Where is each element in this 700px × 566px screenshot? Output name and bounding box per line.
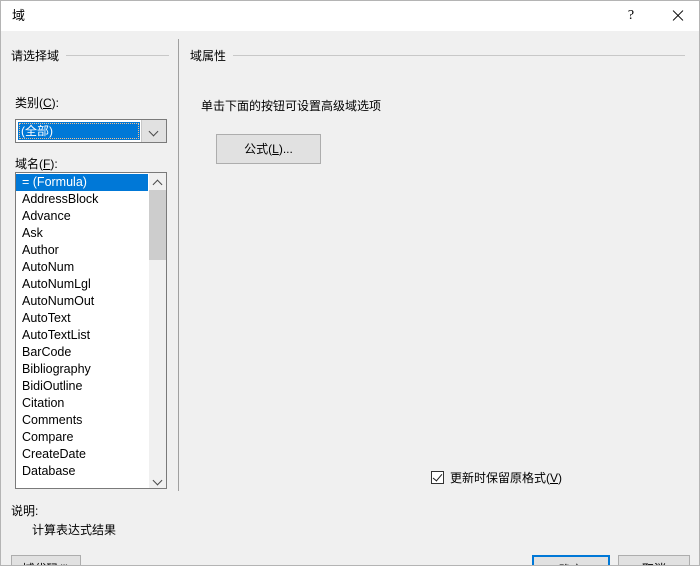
panel-divider: [178, 39, 179, 491]
ok-button[interactable]: 确定: [532, 555, 610, 565]
chevron-down-icon: [154, 476, 162, 484]
list-item[interactable]: AutoText: [16, 310, 148, 327]
list-item[interactable]: Ask: [16, 225, 148, 242]
section-header-field-properties: 域属性: [190, 47, 685, 63]
category-label-text: 类别(C):: [15, 96, 60, 110]
help-button[interactable]: ?: [608, 1, 654, 30]
section-rule-left: [66, 54, 169, 56]
preserve-format-checkbox[interactable]: [431, 471, 444, 484]
list-item[interactable]: AutoNumOut: [16, 293, 148, 310]
list-item[interactable]: Citation: [16, 395, 148, 412]
list-item[interactable]: AutoTextList: [16, 327, 148, 344]
field-names-listbox[interactable]: = (Formula) AddressBlock Advance Ask Author A…: [15, 172, 167, 489]
field-list-scrollbar[interactable]: [148, 173, 166, 488]
list-item[interactable]: BarCode: [16, 344, 148, 361]
field-codes-button-label: 域代码(I): [22, 562, 69, 565]
list-item[interactable]: AutoNumLgl: [16, 276, 148, 293]
close-icon: [671, 9, 684, 22]
scroll-down-button[interactable]: [149, 471, 166, 488]
list-item[interactable]: Author: [16, 242, 148, 259]
list-item[interactable]: = (Formula): [16, 174, 148, 191]
description-text: 计算表达式结果: [32, 523, 117, 537]
section-header-select-field: 请选择域: [11, 47, 169, 63]
dialog-body: 请选择域 类别(C): (全部) 域名(F): = (Formula) Addre…: [1, 31, 699, 565]
list-item[interactable]: CreateDate: [16, 446, 148, 463]
list-item[interactable]: Bibliography: [16, 361, 148, 378]
window-title: 域: [12, 8, 26, 23]
field-properties-hint: 单击下面的按钮可设置高级域选项: [201, 99, 382, 113]
preserve-format-label: 更新时保留原格式(V): [450, 471, 563, 485]
fieldname-label-text: 域名(F):: [15, 157, 58, 171]
section-title-left: 请选择域: [11, 48, 60, 63]
list-item[interactable]: Database: [16, 463, 148, 480]
chevron-up-icon: [154, 178, 162, 186]
field-dialog: 域 ? 请选择域 类别(C): (全部) 域名(F): = (Formula) …: [0, 0, 700, 566]
field-codes-button[interactable]: 域代码(I): [11, 555, 81, 565]
cancel-button[interactable]: 取消: [618, 555, 690, 565]
scrollbar-thumb[interactable]: [149, 190, 166, 260]
fieldname-label: 域名(F):: [15, 155, 58, 172]
list-item[interactable]: Comments: [16, 412, 148, 429]
title-bar: 域 ?: [1, 1, 699, 32]
question-mark-icon: ?: [627, 7, 635, 23]
list-item[interactable]: AutoNum: [16, 259, 148, 276]
scroll-up-button[interactable]: [149, 173, 166, 190]
category-label: 类别(C):: [15, 94, 59, 111]
preserve-format-row[interactable]: 更新时保留原格式(V): [431, 469, 562, 486]
category-dropdown-button[interactable]: [141, 120, 166, 142]
section-title-right: 域属性: [190, 48, 227, 63]
section-rule-right: [233, 54, 685, 56]
description-label: 说明:: [11, 504, 39, 518]
chevron-down-icon: [150, 127, 158, 135]
field-names-list[interactable]: = (Formula) AddressBlock Advance Ask Author A…: [16, 173, 148, 488]
category-combobox[interactable]: (全部): [15, 119, 167, 143]
list-item[interactable]: BidiOutline: [16, 378, 148, 395]
list-item[interactable]: AddressBlock: [16, 191, 148, 208]
formula-button-label: 公式(L)...: [244, 142, 293, 156]
close-button[interactable]: [654, 1, 699, 30]
category-selected-value[interactable]: (全部): [18, 122, 140, 140]
list-item[interactable]: Compare: [16, 429, 148, 446]
formula-button[interactable]: 公式(L)...: [216, 134, 321, 164]
list-item[interactable]: Advance: [16, 208, 148, 225]
